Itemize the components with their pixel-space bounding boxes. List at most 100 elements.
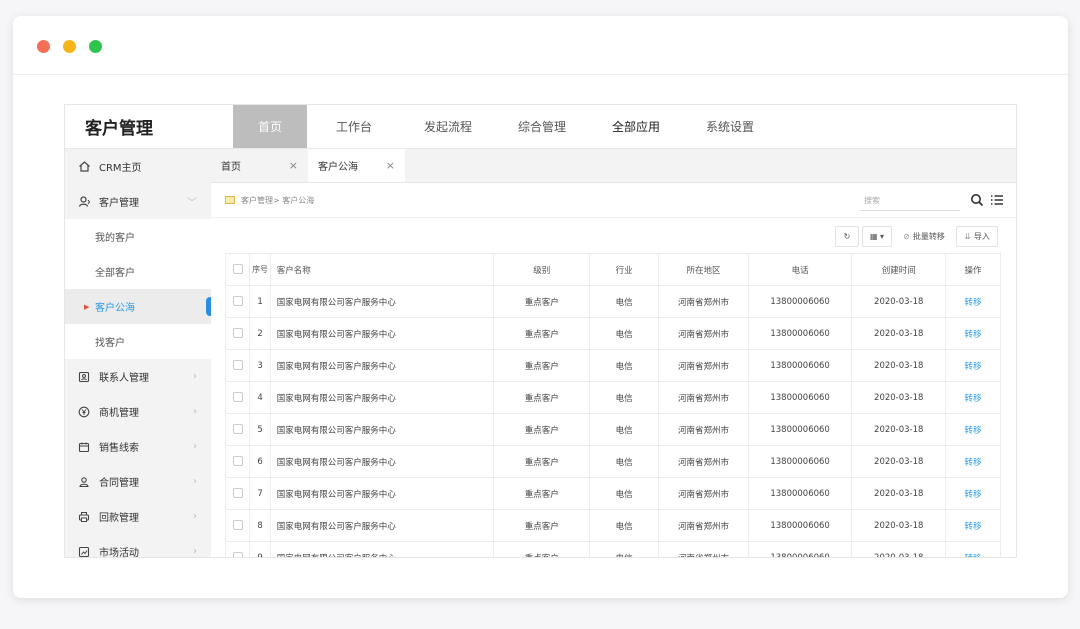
transfer-link[interactable]: 转移	[945, 285, 1001, 318]
phone: 13800006060	[747, 413, 853, 446]
table-row[interactable]: 4 国家电网有限公司客户服务中心 重点客户 电信 河南省郑州市 13800006060 20…	[224, 381, 1001, 414]
row-index: 1	[249, 285, 271, 318]
transfer-link[interactable]: 转移	[945, 541, 1001, 557]
transfer-link[interactable]: 转移	[945, 509, 1001, 542]
batch-transfer-label: 批量转移	[912, 232, 945, 241]
table-header-row: 序号 客户名称 级别 行业 所在地区 电话 创建时间 操作	[224, 253, 1001, 286]
chart-doc-icon	[77, 545, 91, 558]
nav-workbench[interactable]: 工作台	[307, 105, 401, 148]
table-row[interactable]: 8 国家电网有限公司客户服务中心 重点客户 电信 河南省郑州市 13800006060 20…	[224, 509, 1001, 542]
phone: 13800006060	[747, 477, 853, 510]
row-checkbox[interactable]	[224, 413, 251, 446]
sidebar-item-sales-leads[interactable]: 销售线索 ›	[65, 429, 211, 464]
breadcrumb-bar: 客户管理> 客户公海	[211, 183, 1016, 218]
row-index: 6	[249, 445, 271, 478]
folder-icon	[225, 196, 235, 204]
industry: 电信	[589, 541, 660, 557]
sidebar-item-marketing[interactable]: 市场活动 ›	[65, 534, 211, 558]
nav-home[interactable]: 首页	[233, 105, 307, 148]
row-checkbox[interactable]	[224, 317, 251, 350]
transfer-link[interactable]: 转移	[945, 413, 1001, 446]
phone: 13800006060	[747, 349, 853, 382]
close-icon[interactable]: ×	[386, 159, 395, 172]
row-checkbox[interactable]	[224, 541, 251, 557]
transfer-link[interactable]: 转移	[945, 317, 1001, 350]
sidebar-item-crm-home[interactable]: CRM主页	[65, 149, 211, 184]
printer-icon	[77, 510, 91, 524]
nav-start-process[interactable]: 发起流程	[401, 105, 495, 148]
import-button[interactable]: ⇊ 导入	[956, 226, 998, 247]
table-row[interactable]: 1 国家电网有限公司客户服务中心 重点客户 电信 河南省郑州市 13800006060 20…	[224, 285, 1001, 318]
industry: 电信	[589, 509, 660, 542]
app-title: 客户管理	[85, 119, 153, 139]
transfer-link[interactable]: 转移	[945, 349, 1001, 382]
transfer-link[interactable]: 转移	[945, 381, 1001, 414]
region: 河南省郑州市	[658, 317, 749, 350]
sidebar-subitem-find-customer[interactable]: 找客户	[65, 324, 211, 359]
row-checkbox[interactable]	[224, 381, 251, 414]
row-checkbox[interactable]	[224, 509, 251, 542]
table-row[interactable]: 3 国家电网有限公司客户服务中心 重点客户 电信 河南省郑州市 13800006060 20…	[224, 349, 1001, 382]
sidebar-item-contracts[interactable]: 合同管理 ›	[65, 464, 211, 499]
phone: 13800006060	[747, 317, 853, 350]
tab-customer-pool[interactable]: 客户公海 ×	[308, 149, 405, 182]
column-header: 级别	[493, 253, 591, 286]
search-icon[interactable]	[970, 193, 984, 207]
home-icon	[77, 160, 91, 174]
industry: 电信	[589, 445, 660, 478]
table-row[interactable]: 6 国家电网有限公司客户服务中心 重点客户 电信 河南省郑州市 13800006060 20…	[224, 445, 1001, 478]
level: 重点客户	[493, 381, 591, 414]
industry: 电信	[589, 317, 660, 350]
created-date: 2020-03-18	[851, 317, 947, 350]
sidebar-item-customer-management[interactable]: 客户管理 ﹀	[65, 184, 211, 219]
close-window-button[interactable]	[37, 40, 50, 53]
phone: 13800006060	[747, 381, 853, 414]
table-row[interactable]: 9国家电网有限公司客户服务中心重点客户电信河南省郑州市1380000606020…	[224, 541, 1001, 557]
nav-general-management[interactable]: 综合管理	[495, 105, 589, 148]
window-titlebar	[13, 16, 1068, 75]
phone: 13800006060	[747, 285, 853, 318]
row-checkbox[interactable]	[224, 349, 251, 382]
sidebar-item-label: 回款管理	[99, 513, 139, 524]
row-checkbox[interactable]	[224, 285, 251, 318]
columns-dropdown-button[interactable]: ▦ ▾	[862, 226, 892, 247]
region: 河南省郑州市	[658, 285, 749, 318]
transfer-link[interactable]: 转移	[945, 445, 1001, 478]
sidebar-item-opportunities[interactable]: 商机管理 ›	[65, 394, 211, 429]
customer-name: 国家电网有限公司客户服务中心	[269, 413, 495, 446]
column-header: 电话	[747, 253, 853, 286]
select-all-checkbox[interactable]	[224, 253, 251, 286]
nav-all-apps[interactable]: 全部应用	[589, 105, 683, 148]
list-menu-icon[interactable]	[990, 194, 1004, 206]
refresh-button[interactable]: ↻	[835, 226, 859, 247]
level: 重点客户	[493, 285, 591, 318]
top-navigation: 客户管理 首页 工作台 发起流程 综合管理 全部应用 系统设置	[65, 105, 1016, 149]
table-row[interactable]: 2 国家电网有限公司客户服务中心 重点客户 电信 河南省郑州市 13800006060 20…	[224, 317, 1001, 350]
chevron-right-icon: ›	[193, 441, 197, 452]
sidebar-subitem-all-customers[interactable]: 全部客户	[65, 254, 211, 289]
column-header: 行业	[589, 253, 660, 286]
row-index: 4	[249, 381, 271, 414]
sidebar-subitem-customer-pool[interactable]: ▶ 客户公海	[65, 289, 212, 324]
row-checkbox[interactable]	[224, 445, 251, 478]
search-input[interactable]	[860, 190, 960, 211]
table-row[interactable]: 7 国家电网有限公司客户服务中心 重点客户 电信 河南省郑州市 13800006060 20…	[224, 477, 1001, 510]
close-icon[interactable]: ×	[289, 159, 298, 172]
sidebar-subitem-my-customers[interactable]: 我的客户	[65, 219, 211, 254]
region: 河南省郑州市	[658, 477, 749, 510]
minimize-window-button[interactable]	[63, 40, 76, 53]
column-header: 序号	[249, 253, 271, 286]
table-row[interactable]: 5 国家电网有限公司客户服务中心 重点客户 电信 河南省郑州市 13800006060 20…	[224, 413, 1001, 446]
transfer-link[interactable]: 转移	[945, 477, 1001, 510]
tab-home[interactable]: 首页 ×	[211, 149, 308, 182]
maximize-window-button[interactable]	[89, 40, 102, 53]
nav-system-settings[interactable]: 系统设置	[683, 105, 777, 148]
sidebar-item-payments[interactable]: 回款管理 ›	[65, 499, 211, 534]
created-date: 2020-03-18	[851, 381, 947, 414]
sidebar-item-contacts[interactable]: 联系人管理 ›	[65, 359, 211, 394]
row-checkbox[interactable]	[224, 477, 251, 510]
sidebar: CRM主页 客户管理 ﹀ 我的客户 全部客户 ▶ 客户公海 找客户 联系人管理 …	[65, 149, 212, 558]
batch-transfer-button[interactable]: ⊘ 批量转移	[895, 226, 953, 247]
level: 重点客户	[493, 413, 591, 446]
industry: 电信	[589, 477, 660, 510]
